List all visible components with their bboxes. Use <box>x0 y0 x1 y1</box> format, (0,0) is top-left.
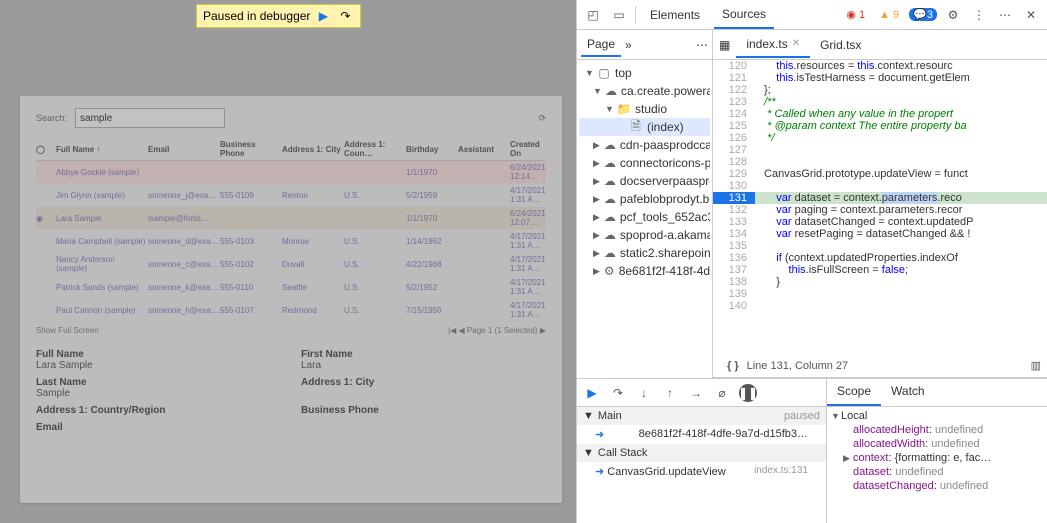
step-button[interactable]: → <box>687 384 705 402</box>
resume-icon[interactable]: ▶ <box>314 7 332 25</box>
tree-domain[interactable]: ▶☁spoprod-a.akama… <box>579 226 710 244</box>
scope-tab[interactable]: Scope <box>827 379 881 406</box>
pager[interactable]: |◀ ◀ Page 1 (1 Selected) ▶ <box>448 326 546 335</box>
format-icon[interactable]: { } <box>727 360 739 372</box>
search-input[interactable] <box>75 108 225 128</box>
table-row[interactable]: Nancy Anderson (sample)someone_c@exa…555… <box>36 253 546 276</box>
tree-domain[interactable]: ▼☁ca.create.powera… <box>579 82 710 100</box>
form-area: Full NameLara Sample First NameLara Last… <box>36 339 546 443</box>
tree-top[interactable]: ▼▢top <box>579 64 710 82</box>
step-out-button[interactable]: ↑ <box>661 384 679 402</box>
deactivate-breakpoints-button[interactable]: ⌀ <box>713 384 731 402</box>
file-tree: ▼▢top ▼☁ca.create.powera… ▼📁studio 🗎(ind… <box>577 60 712 378</box>
scope-variable[interactable]: allocatedHeight: undefined <box>829 423 1045 437</box>
table-row[interactable]: Patrick Sands (sample)someone_k@exa…555-… <box>36 276 546 299</box>
app-card: Search: ⟳ ◯ Full Name ↑ Email Business P… <box>20 96 562 503</box>
tree-domain[interactable]: ▶☁static2.sharepoin… <box>579 244 710 262</box>
warning-badge[interactable]: ▲ 9 <box>875 9 903 21</box>
table-row[interactable]: Abbye Gockle (sample)1/1/19706/24/2021 1… <box>36 161 546 184</box>
close-icon[interactable]: ✕ <box>792 38 800 49</box>
fullscreen-hint[interactable]: Show Full Screen <box>36 326 99 335</box>
tree-domain[interactable]: ▶⚙8e681f2f-418f-4dfe… <box>579 262 710 280</box>
menu-icon[interactable]: ⋮ <box>969 5 989 25</box>
scope-variable[interactable]: datasetChanged: undefined <box>829 479 1045 493</box>
scope-variable[interactable]: ▶context: {formatting: e, fac… <box>829 451 1045 465</box>
devtools: ◰ ▭ Elements Sources ◉ 1 ▲ 9 💬3 ⚙ ⋮ ⋯ ✕ … <box>576 0 1047 523</box>
watch-tab[interactable]: Watch <box>881 379 935 406</box>
page-tab[interactable]: Page <box>581 33 621 57</box>
refresh-icon[interactable]: ⟳ <box>538 113 546 124</box>
cloud-icon: ☁ <box>604 174 616 188</box>
table-row[interactable]: ◉Lara Samplelsample@fortis…1/1/19706/24/… <box>36 207 546 230</box>
callstack-head[interactable]: ▼Call Stack <box>577 444 826 462</box>
scope-local[interactable]: ▼Local <box>829 409 1045 423</box>
more-icon[interactable]: ⋯ <box>696 38 708 52</box>
tree-domain[interactable]: ▶☁pcf_tools_652ac3… <box>579 208 710 226</box>
nav-icon[interactable]: ▦ <box>713 38 736 52</box>
paused-in-debugger-pill: Paused in debugger ▶ ↷ <box>196 4 361 28</box>
table-row[interactable]: Maria Campbell (sample)someone_d@exa…555… <box>36 230 546 253</box>
overflow-icon[interactable]: » <box>625 38 632 52</box>
cloud-icon: ☁ <box>604 192 616 206</box>
tree-domain[interactable]: ▶☁cdn-paasprodcca… <box>579 136 710 154</box>
tree-folder[interactable]: ▼📁studio <box>579 100 710 118</box>
info-badge[interactable]: 💬3 <box>909 8 937 21</box>
paused-text: Paused in debugger <box>203 9 310 23</box>
pause-exceptions-button[interactable]: ❚❚ <box>739 384 757 402</box>
select-all-icon[interactable]: ◯ <box>36 145 54 154</box>
cloud-icon: ☁ <box>604 156 616 170</box>
table-row[interactable]: Jim Glynn (sample)someone_j@exa…555-0109… <box>36 184 546 207</box>
editor-tab-grid[interactable]: Grid.tsx <box>810 33 871 57</box>
resume-button[interactable]: ▶ <box>583 384 601 402</box>
tree-domain[interactable]: ▶☁connectoricons-p… <box>579 154 710 172</box>
more-icon[interactable]: ⋯ <box>995 5 1015 25</box>
editor-tab-index[interactable]: index.ts✕ <box>736 32 810 58</box>
device-icon[interactable]: ▭ <box>609 5 629 25</box>
code-editor[interactable]: 120 this.resources = this.context.resour… <box>713 60 1047 354</box>
stack-frame[interactable]: ➜ CanvasGrid.updateViewindex.ts:131 <box>577 462 826 481</box>
search-label: Search: <box>36 113 67 123</box>
tab-sources[interactable]: Sources <box>714 1 774 29</box>
file-icon: 🗎 <box>629 120 643 134</box>
close-icon[interactable]: ✕ <box>1021 5 1041 25</box>
grid-header: ◯ Full Name ↑ Email Business Phone Addre… <box>36 138 546 161</box>
table-row[interactable]: Paul Cannon (sample)someone_h@exa…555-01… <box>36 299 546 322</box>
cursor-status: Line 131, Column 27 <box>747 360 849 372</box>
step-over-button[interactable]: ↷ <box>609 384 627 402</box>
cloud-icon: ☁ <box>604 138 616 152</box>
cloud-icon: ☁ <box>604 210 616 224</box>
thread-row[interactable]: ➜ 8e681f2f-418f-4dfe-9a7d-d15fb3… <box>577 425 826 444</box>
gear-icon[interactable]: ⚙ <box>943 5 963 25</box>
coverage-icon[interactable]: ▥ <box>1031 359 1041 372</box>
tree-file[interactable]: 🗎(index) <box>579 118 710 136</box>
folder-icon: 📁 <box>617 102 631 116</box>
gear-icon: ⚙ <box>604 264 615 278</box>
step-into-button[interactable]: ↓ <box>635 384 653 402</box>
tree-domain[interactable]: ▶☁docserverpaaspro… <box>579 172 710 190</box>
threads-head[interactable]: ▼Mainpaused <box>577 407 826 425</box>
error-badge[interactable]: ◉ 1 <box>842 8 869 21</box>
cloud-icon: ☁ <box>605 84 617 98</box>
tree-domain[interactable]: ▶☁pafeblobprodyt.b… <box>579 190 710 208</box>
inspect-icon[interactable]: ◰ <box>583 5 603 25</box>
tab-elements[interactable]: Elements <box>642 2 708 28</box>
step-over-icon[interactable]: ↷ <box>336 7 354 25</box>
scope-variable[interactable]: allocatedWidth: undefined <box>829 437 1045 451</box>
scope-variable[interactable]: dataset: undefined <box>829 465 1045 479</box>
cloud-icon: ☁ <box>604 228 616 242</box>
cloud-icon: ☁ <box>604 246 616 260</box>
